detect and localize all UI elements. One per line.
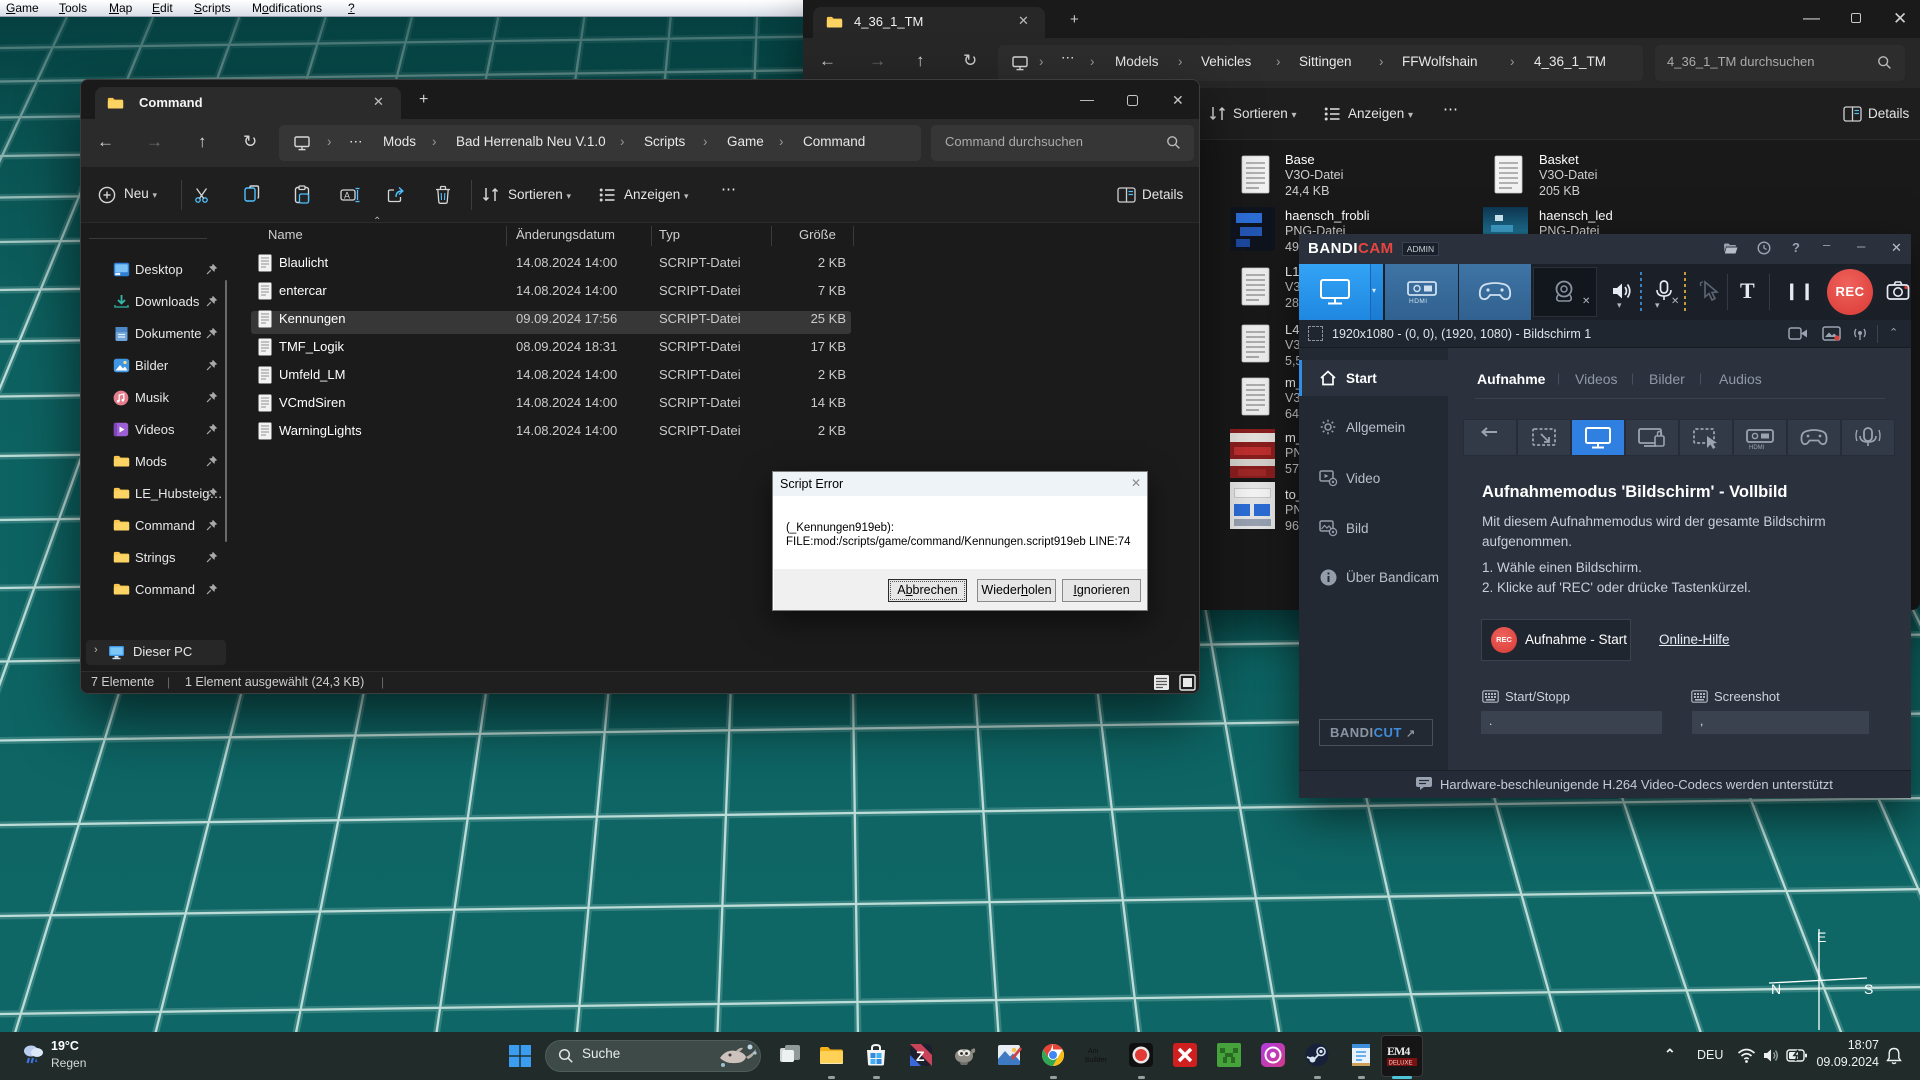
- svg-text:Ani: Ani: [1088, 1048, 1099, 1055]
- svg-text:S: S: [1864, 981, 1873, 997]
- svg-text:Z: Z: [916, 1048, 925, 1064]
- svg-text:Builder: Builder: [1085, 1057, 1107, 1064]
- svg-text:N: N: [1771, 981, 1781, 997]
- svg-text:EM4: EM4: [1387, 1044, 1410, 1058]
- svg-text:E: E: [1817, 929, 1826, 945]
- svg-text:DELUXE: DELUXE: [1389, 1061, 1413, 1067]
- svg-text:HDMI: HDMI: [1409, 298, 1428, 304]
- svg-text:HDMI: HDMI: [1749, 445, 1765, 451]
- svg-text:A: A: [344, 191, 350, 201]
